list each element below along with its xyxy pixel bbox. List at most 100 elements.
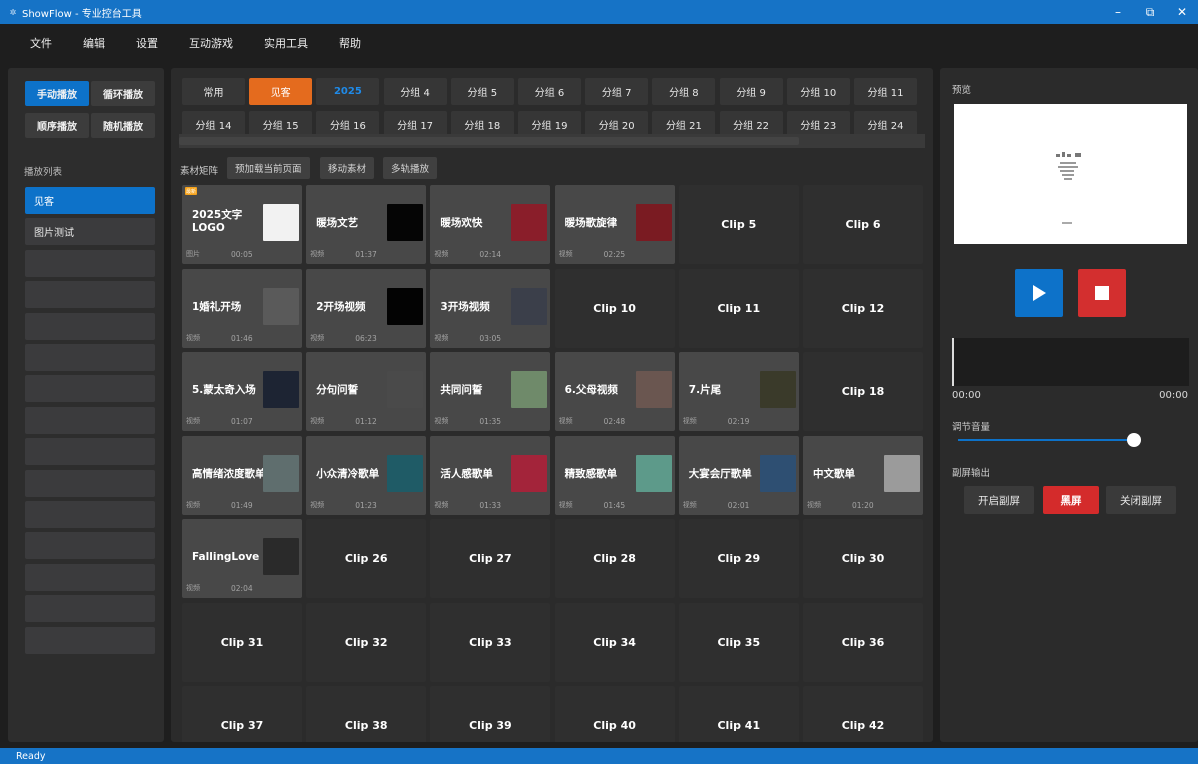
group-tab[interactable]: 分组 5 — [450, 78, 514, 105]
group-tab[interactable]: 分组 7 — [585, 78, 649, 105]
clip-tile[interactable]: Clip 33 — [430, 602, 551, 682]
clip-tile[interactable]: Clip 32 — [306, 602, 427, 682]
preload-page-button[interactable]: 预加载当前页面 — [227, 157, 310, 179]
playlist-item[interactable] — [25, 469, 155, 497]
playlist-item[interactable] — [25, 532, 155, 560]
status-bar: Ready — [0, 748, 1198, 764]
group-tab[interactable]: 分组 11 — [854, 78, 917, 105]
clip-tile[interactable]: 1婚礼开场 视频 01:46 — [182, 268, 302, 348]
clip-tile[interactable]: 2开场视频 视频 06:23 — [306, 268, 427, 348]
clip-tile[interactable]: 5.蒙太奇入场 视频 01:07 — [182, 352, 302, 431]
playlist-item[interactable]: 见客 — [25, 187, 155, 214]
timeline-cursor[interactable] — [952, 338, 954, 386]
clip-tile[interactable]: Clip 26 — [306, 519, 427, 598]
playlist-item[interactable] — [25, 249, 155, 277]
loop-play-button[interactable]: 循环播放 — [91, 81, 155, 106]
playlist-item[interactable] — [25, 375, 155, 403]
playlist-item[interactable]: 图片测试 — [25, 218, 155, 246]
clip-tile[interactable]: Clip 37 — [182, 686, 302, 742]
group-tab[interactable]: 分组 9 — [719, 78, 783, 105]
playlist-item[interactable] — [25, 626, 155, 654]
clip-tile[interactable]: Clip 6 — [803, 185, 923, 264]
playlist-item[interactable] — [25, 563, 155, 591]
clip-tile[interactable]: Clip 27 — [430, 519, 551, 598]
timeline[interactable] — [952, 338, 1189, 386]
clip-tile[interactable]: 大宴会厅歌单 视频 02:01 — [678, 435, 799, 515]
clip-tile[interactable]: 7.片尾 视频 02:19 — [678, 352, 799, 431]
clip-tile[interactable]: 3开场视频 视频 03:05 — [430, 268, 551, 348]
clip-tile[interactable]: 分句问誓 视频 01:12 — [306, 352, 427, 431]
clip-tile[interactable]: 共同问誓 视频 01:35 — [430, 352, 551, 431]
clip-tile[interactable]: 暖场歌旋律 视频 02:25 — [554, 185, 675, 264]
clip-tile[interactable]: Clip 10 — [554, 268, 675, 348]
group-tab[interactable]: 分组 6 — [518, 78, 581, 105]
clip-tile[interactable]: 暖场文艺 视频 01:37 — [306, 185, 427, 264]
sequential-play-button[interactable]: 顺序播放 — [25, 113, 89, 138]
close-subscreen-button[interactable]: 关闭副屏 — [1106, 486, 1176, 514]
clip-tile[interactable]: FallingLove 视频 02:04 — [182, 519, 302, 598]
clip-tile[interactable]: Clip 39 — [430, 686, 551, 742]
multitrack-play-button[interactable]: 多轨播放 — [383, 157, 438, 179]
playlist-item[interactable] — [25, 501, 155, 528]
close-button[interactable]: ✕ — [1166, 0, 1198, 24]
clip-tile[interactable]: Clip 34 — [554, 602, 675, 682]
clip-tile[interactable]: Clip 18 — [803, 352, 923, 431]
minimize-button[interactable]: – — [1102, 0, 1134, 24]
scroll-thumb[interactable] — [179, 137, 799, 145]
playlist-item[interactable] — [25, 438, 155, 466]
clip-tile[interactable]: Clip 35 — [678, 602, 799, 682]
clip-tile[interactable]: 高情绪浓度歌单 视频 01:49 — [182, 435, 302, 515]
volume-slider-knob[interactable] — [1126, 433, 1141, 447]
playlist-item[interactable] — [25, 406, 155, 434]
move-material-button[interactable]: 移动素材 — [320, 157, 375, 179]
clip-name: Clip 39 — [469, 719, 512, 732]
stop-icon — [1095, 286, 1109, 300]
clip-tile[interactable]: Clip 11 — [678, 268, 799, 348]
maximize-button[interactable]: ⧉ — [1134, 0, 1166, 24]
clip-tile[interactable]: Clip 29 — [678, 519, 799, 598]
playlist-item[interactable] — [25, 344, 155, 371]
menu-help[interactable]: 帮助 — [339, 35, 361, 51]
menu-utilities[interactable]: 实用工具 — [264, 35, 308, 51]
manual-play-button[interactable]: 手动播放 — [25, 81, 89, 106]
clip-tile[interactable]: Clip 38 — [306, 686, 427, 742]
menu-settings[interactable]: 设置 — [136, 35, 158, 51]
play-button[interactable] — [1015, 269, 1063, 317]
clip-tile[interactable]: Clip 36 — [803, 602, 923, 682]
clip-tile[interactable]: Clip 31 — [182, 602, 302, 682]
menu-file[interactable]: 文件 — [30, 35, 52, 51]
group-tab[interactable]: 见客 — [249, 78, 313, 105]
clip-name: Clip 35 — [717, 635, 761, 649]
clip-tile[interactable]: 6.父母视频 视频 02:48 — [554, 352, 675, 431]
open-subscreen-button[interactable]: 开启副屏 — [964, 486, 1034, 514]
clip-tile[interactable]: Clip 30 — [803, 519, 923, 598]
clip-tile[interactable]: 2025文字LOGO 图片 00:05 最新 — [182, 185, 302, 264]
clip-tile[interactable]: Clip 28 — [554, 519, 675, 598]
clip-tile[interactable]: 中文歌单 视频 01:20 — [803, 435, 923, 515]
clip-tile[interactable]: 活人感歌单 视频 01:33 — [430, 435, 551, 515]
clip-tile[interactable]: Clip 42 — [803, 686, 923, 742]
menu-interactive-games[interactable]: 互动游戏 — [189, 35, 233, 51]
clip-tile[interactable]: Clip 5 — [678, 185, 799, 264]
group-tab[interactable]: 分组 4 — [383, 78, 447, 105]
clip-tile[interactable]: 暖场欢快 视频 02:14 — [430, 185, 551, 264]
stop-button[interactable] — [1078, 269, 1126, 317]
clip-tile[interactable]: Clip 40 — [554, 686, 675, 742]
menu-edit[interactable]: 编辑 — [83, 35, 105, 51]
window-controls: – ⧉ ✕ — [1102, 0, 1198, 24]
blackout-button[interactable]: 黑屏 — [1043, 486, 1099, 514]
tab-scrollbar[interactable] — [179, 134, 925, 148]
playlist-item[interactable] — [25, 595, 155, 623]
playlist-item[interactable] — [25, 312, 155, 340]
volume-slider-track[interactable] — [958, 439, 1134, 441]
clip-tile[interactable]: Clip 41 — [678, 686, 799, 742]
clip-tile[interactable]: 精致感歌单 视频 01:45 — [554, 435, 675, 515]
group-tab[interactable]: 分组 8 — [652, 78, 716, 105]
playlist-item[interactable] — [25, 281, 155, 309]
clip-tile[interactable]: Clip 12 — [803, 268, 923, 348]
group-tab[interactable]: 常用 — [182, 78, 245, 105]
clip-tile[interactable]: 小众清冷歌单 视频 01:23 — [306, 435, 427, 515]
group-tab[interactable]: 2025 — [316, 78, 380, 105]
group-tab[interactable]: 分组 10 — [786, 78, 850, 105]
random-play-button[interactable]: 随机播放 — [91, 113, 155, 138]
